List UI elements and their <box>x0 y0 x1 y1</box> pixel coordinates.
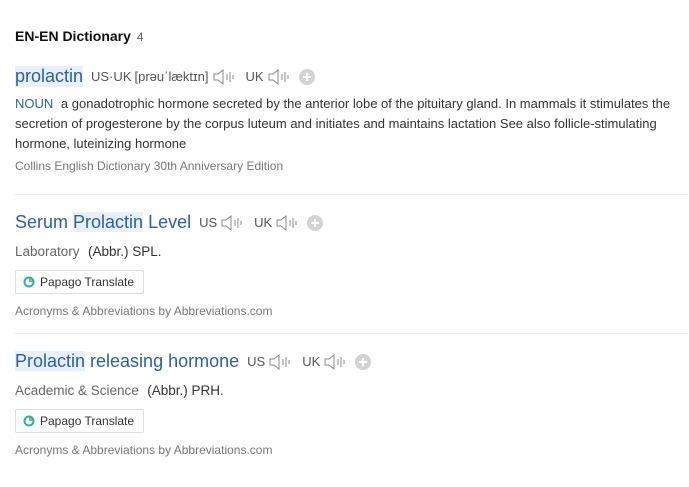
papago-translate-button[interactable]: Papago Translate <box>15 409 145 433</box>
divider <box>15 194 688 195</box>
uk-label: UK <box>245 69 264 84</box>
abbr-row: Laboratory (Abbr.) SPL. <box>15 243 688 261</box>
speaker-icon[interactable] <box>212 68 236 86</box>
category-label: Academic & Science <box>15 383 139 398</box>
abbreviation: (Abbr.) SPL. <box>88 244 162 259</box>
speaker-icon[interactable] <box>267 68 291 86</box>
pron-accent-label: US·UK <box>91 69 132 84</box>
uk-label: UK <box>254 215 273 230</box>
speaker-icon[interactable] <box>268 353 292 371</box>
headword-highlight: Prolactin <box>15 351 86 371</box>
source-link[interactable]: Collins English Dictionary 30th Annivers… <box>15 159 688 173</box>
part-of-speech: NOUN <box>15 96 54 111</box>
speaker-icon[interactable] <box>323 353 347 371</box>
section-title: EN-EN Dictionary <box>15 28 131 44</box>
entry-prolactin: prolactin US·UK [prəuˈlæktɪn] UK NOUN a … <box>15 66 688 173</box>
source-link[interactable]: Acronyms & Abbreviations by Abbreviation… <box>15 304 688 318</box>
papago-icon <box>23 415 35 427</box>
uk-label: UK <box>302 354 321 369</box>
headword-link[interactable]: prolactin <box>15 66 84 87</box>
abbreviation: (Abbr.) PRH. <box>147 383 224 398</box>
us-label: US <box>247 354 266 369</box>
papago-translate-button[interactable]: Papago Translate <box>15 270 145 294</box>
speaker-icon[interactable] <box>275 214 299 232</box>
definition-text: a gonadotrophic hormone secreted by the … <box>15 96 671 151</box>
speaker-icon[interactable] <box>220 214 244 232</box>
add-icon[interactable] <box>307 214 324 231</box>
translate-label: Papago Translate <box>40 414 135 428</box>
abbr-row: Academic & Science (Abbr.) PRH. <box>15 382 688 400</box>
definition: NOUN a gonadotrophic hormone secreted by… <box>15 94 689 154</box>
translate-label: Papago Translate <box>40 275 135 289</box>
entry-serum-prolactin-level: Serum Prolactin Level US UK Laboratory (… <box>15 212 688 318</box>
headword-link[interactable]: Serum Prolactin Level <box>15 212 191 233</box>
us-label: US <box>199 215 218 230</box>
divider <box>15 333 688 334</box>
result-count: 4 <box>136 30 144 44</box>
pronunciation: [prəuˈlæktɪn] <box>134 69 209 84</box>
add-icon[interactable] <box>298 68 315 85</box>
section-header: EN-EN Dictionary 4 <box>15 28 144 44</box>
category-label: Laboratory <box>15 244 80 259</box>
headword-highlight: Prolactin <box>73 212 144 232</box>
add-icon[interactable] <box>355 353 372 370</box>
entry-prolactin-releasing-hormone: Prolactin releasing hormone US UK Academ… <box>15 351 688 457</box>
dictionary-panel: EN-EN Dictionary 4 prolactin US·UK [prəu… <box>0 0 689 487</box>
headword-link[interactable]: Prolactin releasing hormone <box>15 351 239 372</box>
source-link[interactable]: Acronyms & Abbreviations by Abbreviation… <box>15 443 688 457</box>
papago-icon <box>23 276 35 288</box>
